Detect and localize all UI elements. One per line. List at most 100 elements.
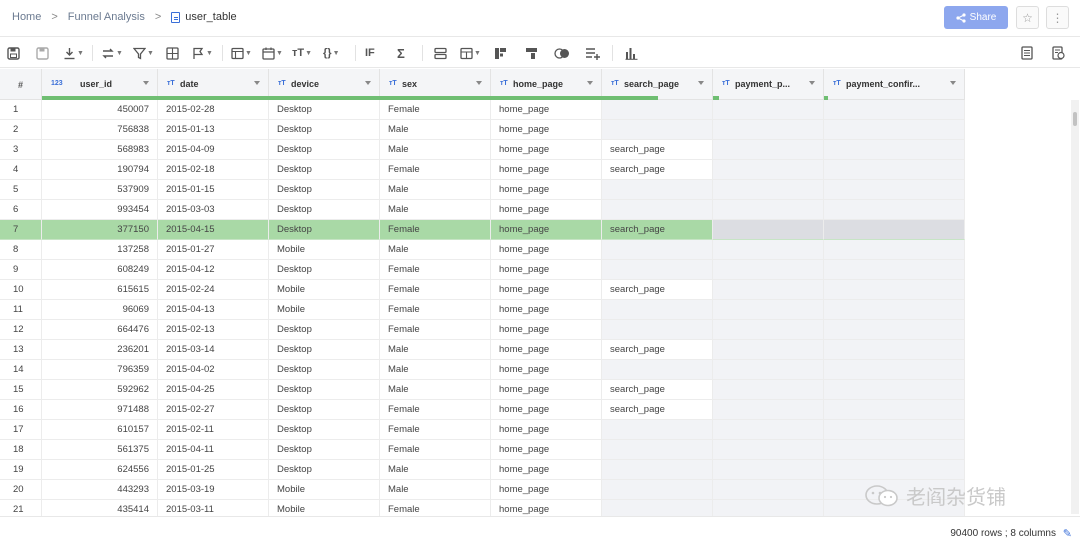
cell-user-id[interactable]: 624556 — [42, 460, 158, 480]
table-row[interactable]: 10 615615 2015-02-24 Mobile Female home_page s… — [0, 280, 965, 300]
vertical-scrollbar[interactable] — [1071, 100, 1079, 514]
table-row[interactable]: 2 756838 2015-01-13 Desktop Male home_page — [0, 120, 965, 140]
edit-icon[interactable]: ✎ — [1063, 527, 1072, 540]
cell-payment-confirmation[interactable] — [824, 360, 965, 380]
cell-date[interactable]: 2015-01-15 — [158, 180, 269, 200]
table-icon[interactable]: ▼ — [460, 44, 481, 62]
cell-user-id[interactable]: 756838 — [42, 120, 158, 140]
column-header[interactable]: тT search_page — [602, 69, 713, 100]
cell-device[interactable]: Mobile — [269, 240, 380, 260]
cell-home-page[interactable]: home_page — [491, 120, 602, 140]
if-icon[interactable]: IF — [365, 44, 375, 62]
column-menu-icon[interactable] — [365, 81, 371, 85]
cell-home-page[interactable]: home_page — [491, 180, 602, 200]
cell-sex[interactable]: Male — [380, 120, 491, 140]
cell-home-page[interactable]: home_page — [491, 500, 602, 516]
cell-home-page[interactable]: home_page — [491, 280, 602, 300]
cell-payment-page[interactable] — [713, 320, 824, 340]
cell-home-page[interactable]: home_page — [491, 360, 602, 380]
table-row[interactable]: 15 592962 2015-04-25 Desktop Male home_page se… — [0, 380, 965, 400]
cell-search-page[interactable]: search_page — [602, 140, 713, 160]
cell-payment-page[interactable] — [713, 500, 824, 516]
calendar-icon[interactable]: ▼ — [262, 44, 283, 62]
cell-sex[interactable]: Male — [380, 140, 491, 160]
column-header[interactable]: тT payment_p... — [713, 69, 824, 100]
table-row[interactable]: 21 435414 2015-03-11 Mobile Female home_page — [0, 500, 965, 516]
cell-date[interactable]: 2015-02-11 — [158, 420, 269, 440]
table-row[interactable]: 1 450007 2015-02-28 Desktop Female home_page — [0, 100, 965, 120]
cell-sex[interactable]: Male — [380, 340, 491, 360]
cell-search-page[interactable] — [602, 480, 713, 500]
cell-date[interactable]: 2015-04-09 — [158, 140, 269, 160]
column-header[interactable]: тT payment_confir... — [824, 69, 965, 100]
table-row[interactable]: 5 537909 2015-01-15 Desktop Male home_page — [0, 180, 965, 200]
cell-sex[interactable]: Female — [380, 220, 491, 240]
cell-home-page[interactable]: home_page — [491, 420, 602, 440]
column-menu-icon[interactable] — [254, 81, 260, 85]
cell-sex[interactable]: Female — [380, 160, 491, 180]
cell-date[interactable]: 2015-02-28 — [158, 100, 269, 120]
cell-payment-confirmation[interactable] — [824, 140, 965, 160]
cell-payment-confirmation[interactable] — [824, 180, 965, 200]
unpivot-icon[interactable] — [525, 44, 538, 62]
cell-payment-page[interactable] — [713, 180, 824, 200]
save-as-icon[interactable] — [36, 44, 49, 62]
split-icon[interactable] — [434, 44, 447, 62]
cell-payment-confirmation[interactable] — [824, 280, 965, 300]
cell-device[interactable]: Desktop — [269, 320, 380, 340]
cell-device[interactable]: Desktop — [269, 100, 380, 120]
cell-sex[interactable]: Female — [380, 100, 491, 120]
cell-home-page[interactable]: home_page — [491, 460, 602, 480]
cell-sex[interactable]: Female — [380, 500, 491, 516]
cell-payment-page[interactable] — [713, 240, 824, 260]
cell-date[interactable]: 2015-02-27 — [158, 400, 269, 420]
cell-sex[interactable]: Male — [380, 480, 491, 500]
notes-icon[interactable] — [1021, 44, 1033, 62]
cell-user-id[interactable]: 608249 — [42, 260, 158, 280]
cell-payment-page[interactable] — [713, 140, 824, 160]
cell-sex[interactable]: Female — [380, 400, 491, 420]
cell-payment-page[interactable] — [713, 200, 824, 220]
transform-icon[interactable]: ▼ — [101, 44, 123, 62]
cell-date[interactable]: 2015-01-25 — [158, 460, 269, 480]
cell-date[interactable]: 2015-03-19 — [158, 480, 269, 500]
column-menu-icon[interactable] — [698, 81, 704, 85]
cell-date[interactable]: 2015-04-15 — [158, 220, 269, 240]
cell-payment-confirmation[interactable] — [824, 260, 965, 280]
cell-search-page[interactable] — [602, 500, 713, 516]
table-row[interactable]: 7 377150 2015-04-15 Desktop Female home_page s… — [0, 220, 965, 240]
cell-payment-confirmation[interactable] — [824, 240, 965, 260]
cell-sex[interactable]: Female — [380, 320, 491, 340]
cell-device[interactable]: Desktop — [269, 200, 380, 220]
cell-home-page[interactable]: home_page — [491, 260, 602, 280]
cell-search-page[interactable] — [602, 460, 713, 480]
cell-home-page[interactable]: home_page — [491, 140, 602, 160]
table-row[interactable]: 17 610157 2015-02-11 Desktop Female home_page — [0, 420, 965, 440]
column-menu-icon[interactable] — [809, 81, 815, 85]
cell-user-id[interactable]: 568983 — [42, 140, 158, 160]
cell-device[interactable]: Desktop — [269, 140, 380, 160]
cell-date[interactable]: 2015-02-18 — [158, 160, 269, 180]
cell-payment-page[interactable] — [713, 220, 824, 240]
column-menu-icon[interactable] — [587, 81, 593, 85]
cell-user-id[interactable]: 435414 — [42, 500, 158, 516]
cell-search-page[interactable] — [602, 260, 713, 280]
table-row[interactable]: 3 568983 2015-04-09 Desktop Male home_page sea… — [0, 140, 965, 160]
cell-search-page[interactable]: search_page — [602, 160, 713, 180]
cell-date[interactable]: 2015-04-13 — [158, 300, 269, 320]
table-row[interactable]: 20 443293 2015-03-19 Mobile Male home_page — [0, 480, 965, 500]
cell-payment-page[interactable] — [713, 340, 824, 360]
cell-device[interactable]: Desktop — [269, 360, 380, 380]
cell-payment-confirmation[interactable] — [824, 160, 965, 180]
cell-payment-page[interactable] — [713, 160, 824, 180]
table-row[interactable]: 9 608249 2015-04-12 Desktop Female home_page — [0, 260, 965, 280]
sum-icon[interactable]: Σ — [397, 44, 405, 62]
cell-payment-page[interactable] — [713, 360, 824, 380]
cell-payment-page[interactable] — [713, 260, 824, 280]
cell-user-id[interactable]: 993454 — [42, 200, 158, 220]
breadcrumb-home[interactable]: Home — [12, 11, 41, 23]
cell-sex[interactable]: Female — [380, 280, 491, 300]
column-header[interactable]: тT sex — [380, 69, 491, 100]
cell-date[interactable]: 2015-02-24 — [158, 280, 269, 300]
cell-payment-confirmation[interactable] — [824, 100, 965, 120]
